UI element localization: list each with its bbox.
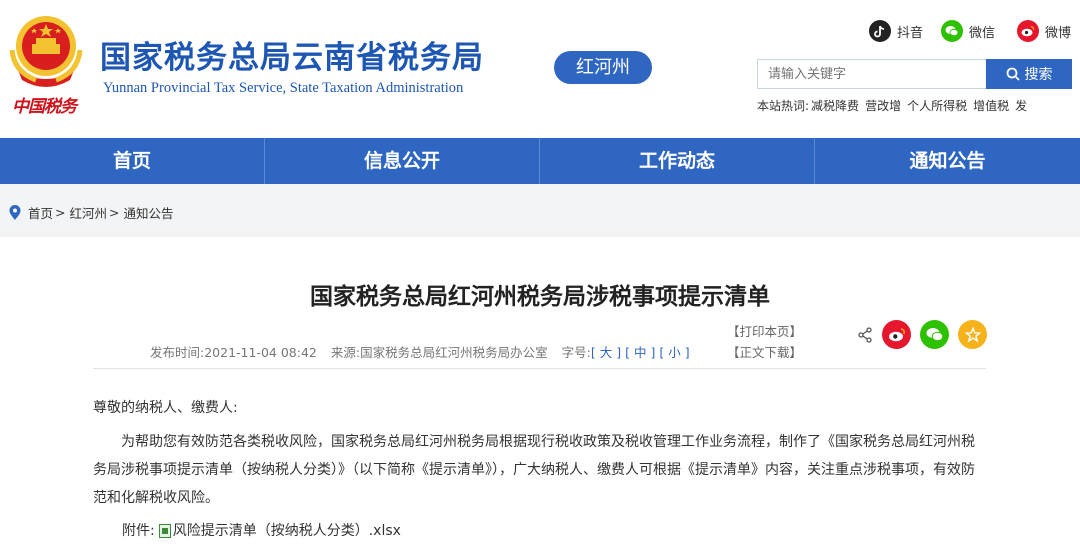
publish-time-label: 发布时间: — [150, 345, 205, 360]
search-input[interactable] — [757, 59, 986, 89]
breadcrumb-region[interactable]: 红河州 — [70, 203, 108, 222]
main-nav: 首页 信息公开 工作动态 通知公告 — [0, 138, 1080, 184]
share-wechat-button[interactable] — [920, 320, 949, 349]
wechat-icon — [926, 328, 943, 342]
breadcrumb-home[interactable]: 首页 — [28, 203, 53, 222]
font-size-large[interactable]: 大 — [600, 345, 613, 360]
douyin-label: 抖音 — [897, 25, 924, 41]
hot-word[interactable]: 减税降费 — [811, 99, 859, 113]
national-emblem-icon — [9, 16, 83, 87]
nav-item-notices[interactable]: 通知公告 — [815, 138, 1080, 184]
site-header: 中国税务 国家税务总局云南省税务局 Yunnan Provincial Tax … — [0, 0, 1080, 138]
article-meta: 发布时间:2021-11-04 08:42 来源:国家税务总局红河州税务局办公室字… — [150, 345, 690, 360]
nav-item-home[interactable]: 首页 — [0, 138, 265, 184]
hot-words: 本站热词: 减税降费 营改增 个人所得税 增值税发 — [757, 97, 1080, 114]
share-icon — [858, 326, 872, 343]
font-size-medium[interactable]: 中 — [634, 345, 647, 360]
attachment-link[interactable]: 风险提示清单（按纳税人分类）.xlsx — [173, 517, 401, 545]
font-size-small[interactable]: 小 — [668, 345, 681, 360]
download-text-link[interactable]: 【正文下载】 — [727, 342, 802, 361]
weibo-icon — [1017, 20, 1039, 42]
breadcrumb-notices[interactable]: 通知公告 — [124, 203, 174, 222]
site-title[interactable]: 国家税务总局云南省税务局 — [100, 32, 484, 77]
douyin-link[interactable]: 抖音 — [869, 20, 923, 42]
article-title: 国家税务总局红河州税务局涉税事项提示清单 — [310, 284, 770, 310]
wechat-label: 微信 — [969, 25, 996, 41]
breadcrumb-separator: > — [55, 205, 66, 220]
meta-divider — [93, 368, 986, 369]
share-weibo-button[interactable] — [882, 320, 911, 349]
nav-item-info-disclosure[interactable]: 信息公开 — [265, 138, 540, 184]
region-badge[interactable]: 红河州 — [554, 51, 652, 84]
douyin-icon — [869, 20, 891, 42]
hot-word[interactable]: 个人所得税 — [907, 99, 967, 113]
attachment-row: 附件: 风险提示清单（按纳税人分类）.xlsx — [122, 517, 1015, 545]
greeting: 尊敬的纳税人、缴费人: — [93, 400, 238, 416]
article-body: 为帮助您有效防范各类税收风险，国家税务总局红河州税务局根据现行税收政策及税收管理… — [93, 434, 975, 506]
search-button-label: 搜索 — [1024, 67, 1053, 83]
location-pin-icon — [9, 204, 21, 220]
breadcrumb-separator: > — [109, 205, 120, 220]
wechat-link[interactable]: 微信 — [941, 20, 995, 42]
hot-words-label: 本站热词: — [757, 99, 810, 113]
weibo-link[interactable]: 微博 — [1017, 20, 1071, 42]
china-tax-logo: 中国税务 — [12, 97, 77, 117]
search-button[interactable]: 搜索 — [986, 59, 1072, 89]
nav-item-work-news[interactable]: 工作动态 — [540, 138, 815, 184]
publish-time: 2021-11-04 08:42 — [204, 345, 317, 360]
favorite-button[interactable] — [958, 320, 987, 349]
site-title-english: Yunnan Provincial Tax Service, State Tax… — [103, 80, 464, 96]
weibo-icon — [888, 328, 905, 342]
source: 国家税务总局红河州税务局办公室 — [360, 345, 548, 360]
weibo-label: 微博 — [1045, 25, 1072, 41]
attachment-label: 附件: — [122, 523, 155, 539]
print-page-link[interactable]: 【打印本页】 — [727, 321, 802, 340]
share-bar — [857, 320, 987, 349]
excel-file-icon — [158, 524, 171, 538]
hot-word[interactable]: 增值税 — [973, 99, 1009, 113]
source-label: 来源: — [330, 345, 361, 360]
star-icon — [964, 326, 981, 342]
breadcrumb: 首页 > 红河州 > 通知公告 — [8, 203, 174, 222]
wechat-icon — [941, 20, 963, 42]
search-icon — [1006, 67, 1020, 81]
font-size-label: 字号: — [561, 345, 591, 360]
hot-word[interactable]: 发 — [1015, 99, 1027, 113]
hot-word[interactable]: 营改增 — [865, 99, 901, 113]
